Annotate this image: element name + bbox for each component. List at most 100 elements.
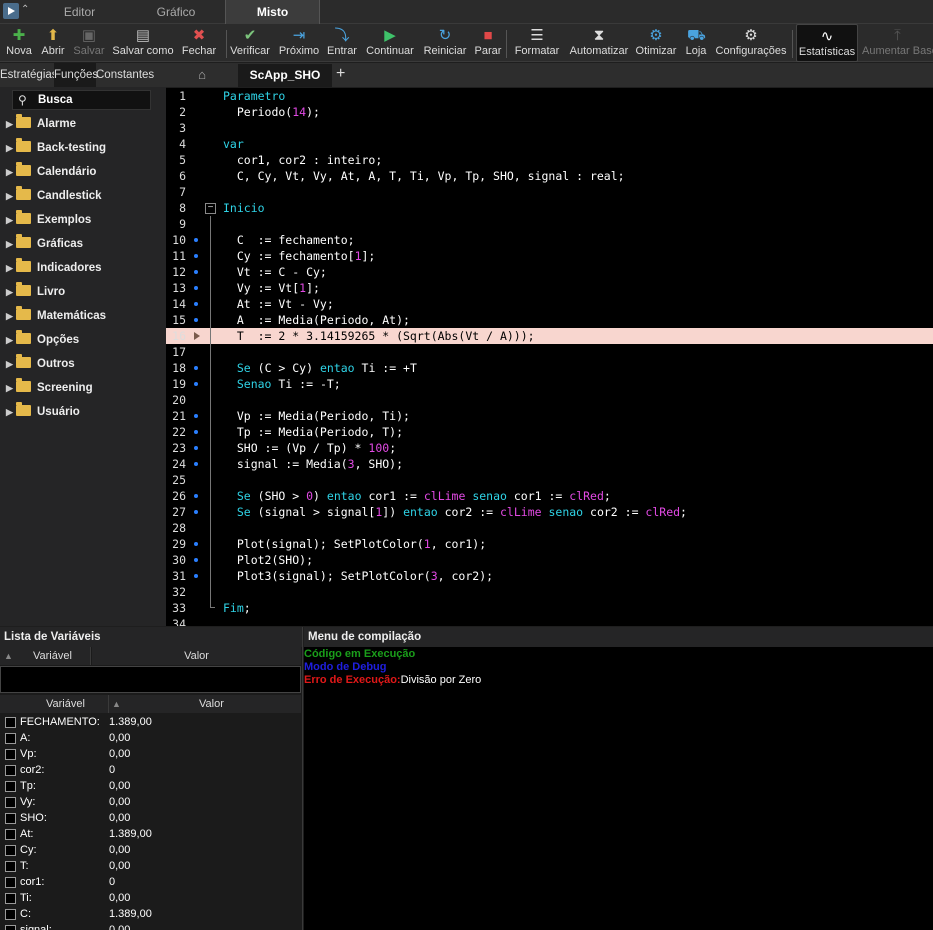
folder-item[interactable]: ▶ Livro — [6, 280, 65, 304]
variable-row[interactable]: C: 1.389,00 — [0, 906, 301, 922]
toolbar-button-otimizar[interactable]: ⚙ Otimizar — [635, 24, 677, 62]
breakpoint-dot-icon[interactable] — [194, 302, 198, 306]
breakpoint-dot-icon[interactable] — [194, 430, 198, 434]
line-number[interactable]: 28 — [166, 520, 186, 536]
line-number[interactable]: 10 — [166, 232, 186, 248]
breakpoint-dot-icon[interactable] — [194, 446, 198, 450]
watch-checkbox[interactable] — [5, 781, 16, 792]
watch-checkbox[interactable] — [5, 925, 16, 930]
tab-constantes[interactable]: Constantes — [96, 63, 166, 87]
breakpoint-dot-icon[interactable] — [194, 318, 198, 322]
folder-item[interactable]: ▶ Outros — [6, 352, 75, 376]
breakpoint-dot-icon[interactable] — [194, 366, 198, 370]
variable-row[interactable]: FECHAMENTO: 1.389,00 — [0, 714, 301, 730]
line-number[interactable]: 21 — [166, 408, 186, 424]
tab-funcoes[interactable]: Funções — [54, 63, 98, 87]
app-logo-icon[interactable] — [3, 3, 19, 19]
watch-checkbox[interactable] — [5, 749, 16, 760]
tab-file[interactable]: ScApp_SHO — [238, 64, 332, 87]
watch-checkbox[interactable] — [5, 845, 16, 856]
watch-checkbox[interactable] — [5, 909, 16, 920]
toolbar-button-pr-ximo[interactable]: ⇥ Próximo — [277, 24, 321, 62]
variable-row[interactable]: Vy: 0,00 — [0, 794, 301, 810]
folder-item[interactable]: ▶ Exemplos — [6, 208, 91, 232]
search-input[interactable]: ⚲ Busca — [12, 90, 151, 110]
line-number[interactable]: 27 — [166, 504, 186, 520]
variable-row[interactable]: At: 1.389,00 — [0, 826, 301, 842]
toolbar-button-reiniciar[interactable]: ↻ Reiniciar — [421, 24, 469, 62]
variable-row[interactable]: A: 0,00 — [0, 730, 301, 746]
line-number[interactable]: 14 — [166, 296, 186, 312]
code-editor[interactable]: 1 Parametro 2 Periodo(14); 3 4 var 5 cor1, cor… — [166, 88, 933, 626]
watch-checkbox[interactable] — [5, 861, 16, 872]
variable-row[interactable]: SHO: 0,00 — [0, 810, 301, 826]
line-number[interactable]: 33 — [166, 600, 186, 616]
toolbar-button-automatizar[interactable]: ⧗ Automatizar — [567, 24, 631, 62]
line-number[interactable]: 19 — [166, 376, 186, 392]
watch-checkbox[interactable] — [5, 797, 16, 808]
line-number[interactable]: 9 — [166, 216, 186, 232]
breakpoint-dot-icon[interactable] — [194, 382, 198, 386]
watch-checkbox[interactable] — [5, 733, 16, 744]
breakpoint-dot-icon[interactable] — [194, 510, 198, 514]
folder-item[interactable]: ▶ Screening — [6, 376, 93, 400]
line-number[interactable]: 8 — [166, 200, 186, 216]
line-number[interactable]: 15 — [166, 312, 186, 328]
folder-item[interactable]: ▶ Usuário — [6, 400, 80, 424]
line-number[interactable]: 30 — [166, 552, 186, 568]
variable-row[interactable]: Tp: 0,00 — [0, 778, 301, 794]
line-number[interactable]: 22 — [166, 424, 186, 440]
toolbar-button-estat-sticas[interactable]: ∿ Estatísticas — [796, 24, 858, 62]
line-number[interactable]: 24 — [166, 456, 186, 472]
home-icon[interactable]: ⌂ — [194, 67, 210, 83]
watch-checkbox[interactable] — [5, 877, 16, 888]
toolbar-button-fechar[interactable]: ✖ Fechar — [179, 24, 219, 62]
folder-item[interactable]: ▶ Back-testing — [6, 136, 106, 160]
line-number[interactable]: 11 — [166, 248, 186, 264]
variable-row[interactable]: cor2: 0 — [0, 762, 301, 778]
line-number[interactable]: 12 — [166, 264, 186, 280]
breakpoint-dot-icon[interactable] — [194, 574, 198, 578]
breakpoint-dot-icon[interactable] — [194, 558, 198, 562]
toolbar-button-parar[interactable]: ■ Parar — [471, 24, 505, 62]
add-tab-icon[interactable]: + — [336, 65, 345, 83]
watch-list[interactable] — [0, 666, 301, 693]
variable-row[interactable]: Ti: 0,00 — [0, 890, 301, 906]
breakpoint-dot-icon[interactable] — [194, 542, 198, 546]
line-number[interactable]: 6 — [166, 168, 186, 184]
variable-row[interactable]: cor1: 0 — [0, 874, 301, 890]
list-col-value[interactable]: Valor — [199, 695, 224, 713]
toolbar-button-salvar-como[interactable]: ▤ Salvar como — [112, 24, 174, 62]
breakpoint-dot-icon[interactable] — [194, 494, 198, 498]
breakpoint-dot-icon[interactable] — [194, 238, 198, 242]
line-number[interactable]: 23 — [166, 440, 186, 456]
breakpoint-dot-icon[interactable] — [194, 286, 198, 290]
variable-row[interactable]: signal: 0,00 — [0, 922, 301, 930]
watch-checkbox[interactable] — [5, 717, 16, 728]
toolbar-button-verificar[interactable]: ✔ Verificar — [228, 24, 272, 62]
watch-col-variable[interactable]: ▲ Variável — [0, 647, 91, 665]
folder-item[interactable]: ▶ Candlestick — [6, 184, 102, 208]
line-number[interactable]: 1 — [166, 88, 186, 104]
variable-row[interactable]: Cy: 0,00 — [0, 842, 301, 858]
folder-item[interactable]: ▶ Calendário — [6, 160, 96, 184]
folder-item[interactable]: ▶ Opções — [6, 328, 79, 352]
toolbar-button-nova[interactable]: ✚ Nova — [5, 24, 33, 62]
breakpoint-dot-icon[interactable] — [194, 254, 198, 258]
toolbar-button-aumentar-base[interactable]: ⤒ Aumentar Base — [862, 24, 933, 62]
variable-row[interactable]: T: 0,00 — [0, 858, 301, 874]
watch-checkbox[interactable] — [5, 813, 16, 824]
chevron-up-icon[interactable]: ⌃ — [21, 4, 29, 15]
toolbar-button-entrar[interactable]: ⤵ Entrar — [324, 24, 360, 62]
line-number[interactable]: 20 — [166, 392, 186, 408]
watch-col-value[interactable]: Valor — [92, 647, 301, 665]
line-number[interactable]: 3 — [166, 120, 186, 136]
line-number[interactable]: 7 — [166, 184, 186, 200]
line-number[interactable]: 26 — [166, 488, 186, 504]
tab-grafico[interactable]: Gráfico — [128, 0, 224, 24]
line-number[interactable]: 29 — [166, 536, 186, 552]
breakpoint-dot-icon[interactable] — [194, 270, 198, 274]
toolbar-button-salvar[interactable]: ▣ Salvar — [72, 24, 106, 62]
watch-checkbox[interactable] — [5, 829, 16, 840]
variable-row[interactable]: Vp: 0,00 — [0, 746, 301, 762]
